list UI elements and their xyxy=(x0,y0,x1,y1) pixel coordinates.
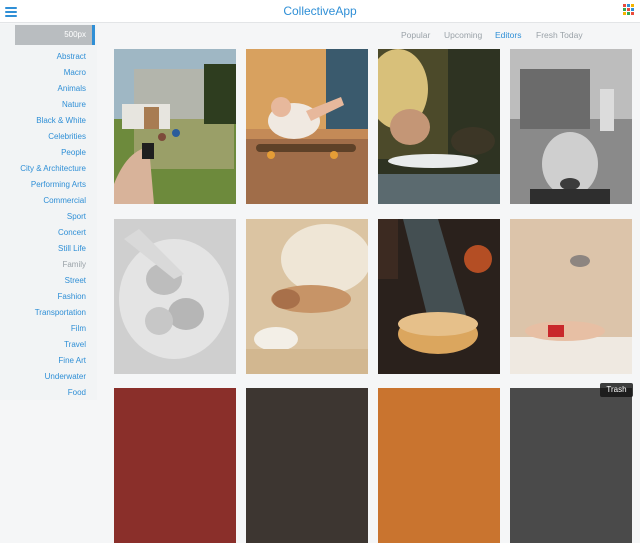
photo-tile[interactable] xyxy=(114,219,236,374)
photo-tile[interactable] xyxy=(246,388,368,543)
tab-editors[interactable]: Editors xyxy=(495,30,521,40)
sidebar-category-people[interactable]: People xyxy=(61,148,86,158)
apps-grid-icon[interactable] xyxy=(623,4,635,16)
photo-row3-col1 xyxy=(114,388,236,543)
sidebar-category-city-architecture[interactable]: City & Architecture xyxy=(20,164,86,174)
tab-fresh-today[interactable]: Fresh Today xyxy=(536,30,583,40)
feed-tabs: Popular Upcoming Editors Fresh Today xyxy=(0,30,640,42)
photo-kitchen-cauldron-light xyxy=(378,219,500,374)
sidebar-category-performing-arts[interactable]: Performing Arts xyxy=(31,180,86,190)
sidebar-category-transportation[interactable]: Transportation xyxy=(35,308,86,318)
photo-tile[interactable] xyxy=(510,388,632,543)
sidebar-category-abstract[interactable]: Abstract xyxy=(57,52,86,62)
photo-tile[interactable] xyxy=(378,49,500,204)
sidebar-category-fashion[interactable]: Fashion xyxy=(58,292,86,302)
photo-woman-in-splashing-wave xyxy=(246,219,368,374)
sidebar-category-black-white[interactable]: Black & White xyxy=(36,116,86,126)
photo-baby-on-skateboard xyxy=(246,49,368,204)
trash-button[interactable]: Trash xyxy=(600,383,633,397)
photo-laughing-boy-bw xyxy=(510,49,632,204)
photo-row3-col3 xyxy=(378,388,500,543)
photo-two-women-lying-bw xyxy=(114,219,236,374)
sidebar-category-concert[interactable]: Concert xyxy=(58,228,86,238)
photo-tile[interactable] xyxy=(378,388,500,543)
sidebar-category-still-life[interactable]: Still Life xyxy=(58,244,86,254)
tab-upcoming[interactable]: Upcoming xyxy=(444,30,482,40)
sidebar-category-commercial[interactable]: Commercial xyxy=(43,196,86,206)
photo-row3-col4 xyxy=(510,388,632,543)
photo-tile[interactable] xyxy=(510,219,632,374)
sidebar-category-food[interactable]: Food xyxy=(68,388,86,398)
category-sidebar: 500px Abstract Macro Animals Nature Black & … xyxy=(0,24,97,400)
sidebar-category-film[interactable]: Film xyxy=(71,324,86,334)
sidebar-category-nature[interactable]: Nature xyxy=(62,100,86,110)
photo-tile[interactable] xyxy=(246,49,368,204)
photo-tile[interactable] xyxy=(510,49,632,204)
sidebar-category-family[interactable]: Family xyxy=(62,260,86,270)
sidebar-category-celebrities[interactable]: Celebrities xyxy=(48,132,86,142)
sidebar-category-street[interactable]: Street xyxy=(65,276,86,286)
tab-popular[interactable]: Popular xyxy=(401,30,430,40)
sidebar-category-macro[interactable]: Macro xyxy=(64,68,86,78)
photo-tile[interactable] xyxy=(378,219,500,374)
photo-row3-col2 xyxy=(246,388,368,543)
sidebar-category-animals[interactable]: Animals xyxy=(58,84,86,94)
photo-backyard-snapshot-in-hand xyxy=(114,49,236,204)
photo-woman-in-red-with-cat xyxy=(510,219,632,374)
top-bar: CollectiveApp xyxy=(0,0,640,23)
sidebar-category-sport[interactable]: Sport xyxy=(67,212,86,222)
photo-tile[interactable] xyxy=(114,388,236,543)
sidebar-category-travel[interactable]: Travel xyxy=(64,340,86,350)
photo-tile[interactable] xyxy=(246,219,368,374)
sidebar-category-underwater[interactable]: Underwater xyxy=(45,372,86,382)
app-title: CollectiveApp xyxy=(283,4,357,18)
photo-tile[interactable] xyxy=(114,49,236,204)
sidebar-category-fine-art[interactable]: Fine Art xyxy=(58,356,86,366)
photo-child-with-hedgehog xyxy=(378,49,500,204)
